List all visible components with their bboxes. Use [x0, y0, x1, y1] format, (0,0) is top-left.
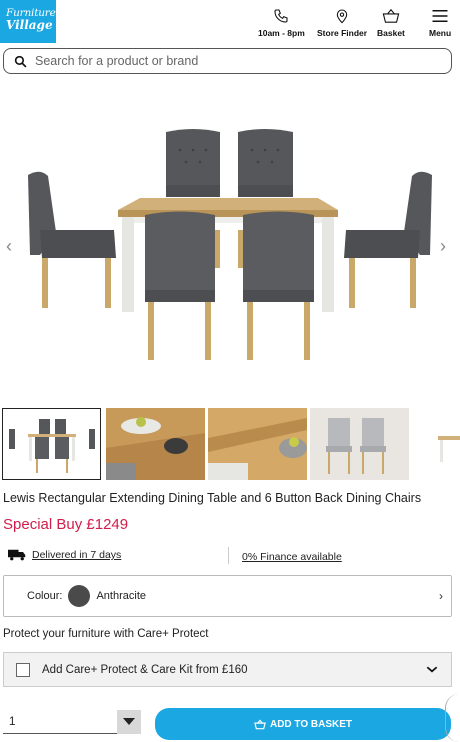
- delivery-truck-icon: [8, 549, 26, 561]
- front-chair-right: [243, 211, 314, 360]
- info-divider: [228, 547, 229, 564]
- colour-swatch: [68, 585, 91, 607]
- site-header: Furniture Village 10am - 8pm Store Finde…: [0, 0, 460, 44]
- edge-tab: [445, 694, 460, 742]
- care-protect-checkbox[interactable]: [16, 662, 30, 677]
- menu-button[interactable]: Menu: [429, 8, 451, 38]
- basket-icon: [254, 718, 266, 729]
- side-chair-left: [28, 171, 116, 308]
- dropdown-arrow-icon: [117, 710, 141, 734]
- add-to-basket-label: ADD TO BASKET: [269, 718, 353, 730]
- front-chair-left: [145, 211, 215, 360]
- gallery-prev-arrow[interactable]: ‹: [6, 236, 12, 257]
- opening-hours-link[interactable]: 10am - 8pm: [258, 8, 305, 38]
- search-input[interactable]: [35, 54, 415, 68]
- phone-icon: [274, 9, 288, 23]
- furniture-village-logo[interactable]: Furniture Village: [0, 0, 56, 43]
- back-chair-right: [238, 129, 293, 197]
- thumbnail-strip: [0, 408, 460, 482]
- gallery-next-arrow[interactable]: ›: [440, 236, 446, 257]
- map-pin-icon: [336, 9, 348, 24]
- search-icon: [14, 55, 27, 67]
- logo-line-2: Village: [6, 18, 53, 32]
- thumbnail-1[interactable]: [2, 408, 101, 480]
- thumbnail-2[interactable]: [106, 408, 205, 480]
- store-finder-label: Store Finder: [317, 28, 368, 38]
- care-protect-label: Add Care+ Protect & Care Kit from £160: [42, 663, 248, 676]
- colour-selector[interactable]: Colour: Anthracite ›: [3, 575, 452, 617]
- colour-value: Anthracite: [96, 590, 146, 602]
- side-chair-right: [344, 171, 432, 308]
- store-finder-link[interactable]: Store Finder: [317, 8, 367, 38]
- basket-icon: [382, 8, 400, 23]
- menu-label: Menu: [429, 28, 452, 38]
- finance-link[interactable]: 0% Finance available: [242, 551, 342, 563]
- delivery-text: Delivered in 7 days: [32, 549, 122, 561]
- back-chair-left: [166, 129, 220, 197]
- chevron-down-icon: [426, 666, 438, 673]
- product-price: Special Buy £1249: [3, 516, 129, 533]
- quantity-select[interactable]: 1: [3, 710, 141, 734]
- thumbnail-4[interactable]: [310, 408, 409, 480]
- care-protect-heading: Protect your furniture with Care+ Protec…: [3, 628, 209, 640]
- colour-label: Colour:: [27, 590, 63, 602]
- search-bar[interactable]: [3, 48, 452, 74]
- product-main-image: [28, 129, 432, 360]
- thumbnail-3[interactable]: [208, 408, 307, 480]
- delivery-info-link[interactable]: Delivered in 7 days: [8, 549, 121, 561]
- add-to-basket-button[interactable]: ADD TO BASKET: [155, 708, 451, 740]
- care-protect-option[interactable]: Add Care+ Protect & Care Kit from £160: [3, 652, 452, 687]
- quantity-value: 1: [9, 715, 16, 728]
- basket-label: Basket: [377, 28, 405, 38]
- thumbnail-5[interactable]: [412, 408, 460, 480]
- chevron-right-icon: ›: [439, 589, 443, 603]
- product-title: Lewis Rectangular Extending Dining Table…: [3, 491, 422, 505]
- basket-link[interactable]: Basket: [377, 8, 405, 38]
- opening-hours-label: 10am - 8pm: [258, 28, 305, 38]
- hamburger-menu-icon: [432, 10, 448, 22]
